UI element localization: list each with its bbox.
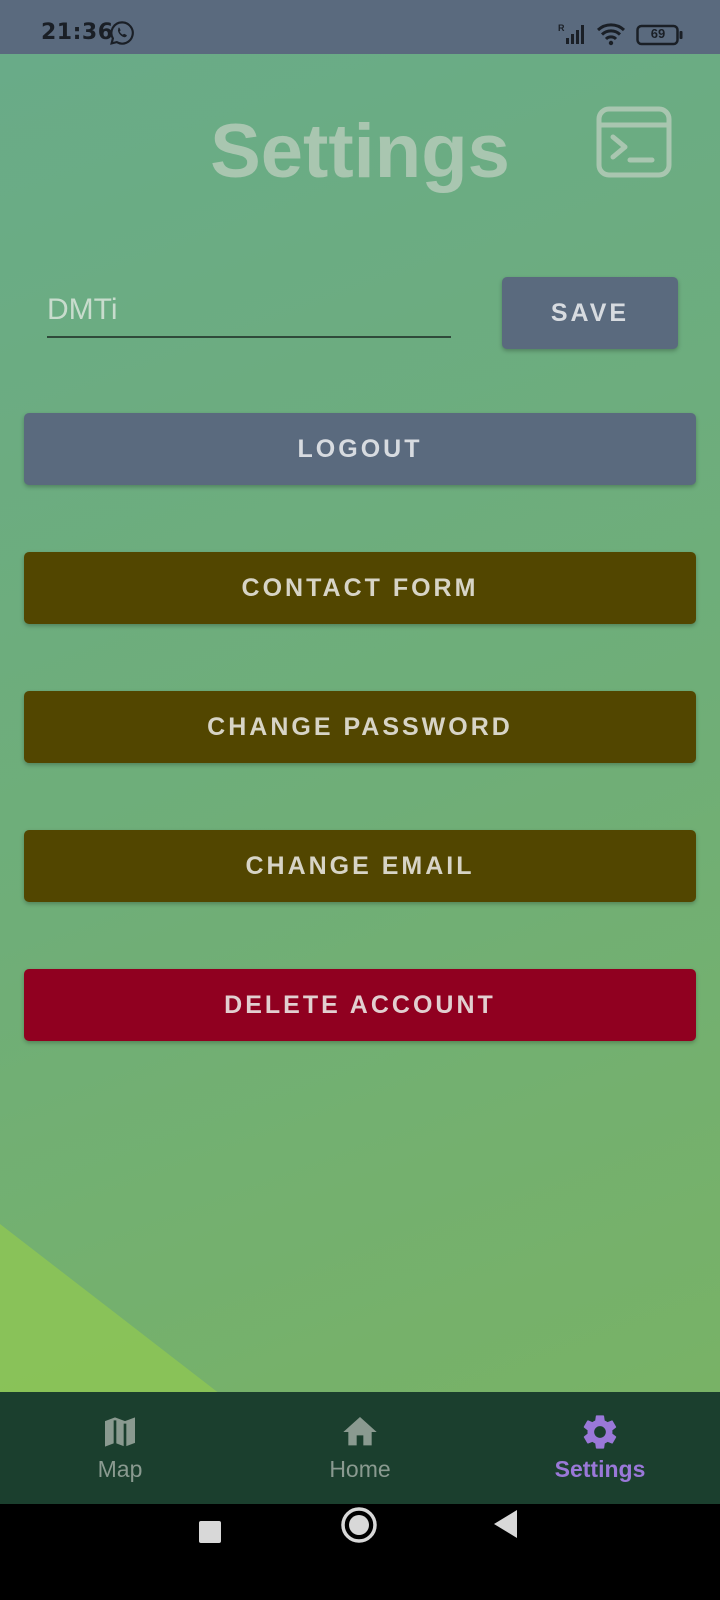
nav-label-map: Map [97,1456,143,1482]
nav-label-settings: Settings [554,1456,646,1482]
nav-label-home: Home [329,1456,391,1482]
change-password-button[interactable]: CHANGE PASSWORD [24,691,696,763]
terminal-icon[interactable] [596,106,672,178]
map-icon [105,1417,135,1447]
battery-level: 69 [650,26,666,41]
save-button[interactable]: SAVE [502,277,678,349]
home-icon [343,1417,377,1446]
bottom-nav: Map Home Settings [0,1392,720,1504]
nav-item-map[interactable]: Map [0,1392,240,1504]
gear-icon [583,1415,617,1449]
background-decoration [0,1224,220,1392]
recents-icon[interactable] [198,1520,222,1544]
svg-text:R: R [558,23,565,33]
status-time: 21:36 [41,20,114,45]
contact-form-button[interactable]: CONTACT FORM [24,552,696,624]
signal-icon: R [558,23,584,44]
home-circle-icon[interactable] [340,1506,378,1544]
back-icon[interactable] [491,1508,519,1540]
delete-account-button[interactable]: DELETE ACCOUNT [24,969,696,1041]
logout-button[interactable]: LOGOUT [24,413,696,485]
wifi-icon [596,23,626,46]
nav-item-home[interactable]: Home [240,1392,480,1504]
username-input[interactable] [47,284,451,338]
change-email-button[interactable]: CHANGE EMAIL [24,830,696,902]
whatsapp-icon [110,21,134,45]
status-bar: 21:36 R 69 [0,0,720,54]
settings-screen: Settings SAVE LOGOUT CONTACT FORM CHANGE… [0,54,720,1392]
nav-item-settings[interactable]: Settings [480,1392,720,1504]
